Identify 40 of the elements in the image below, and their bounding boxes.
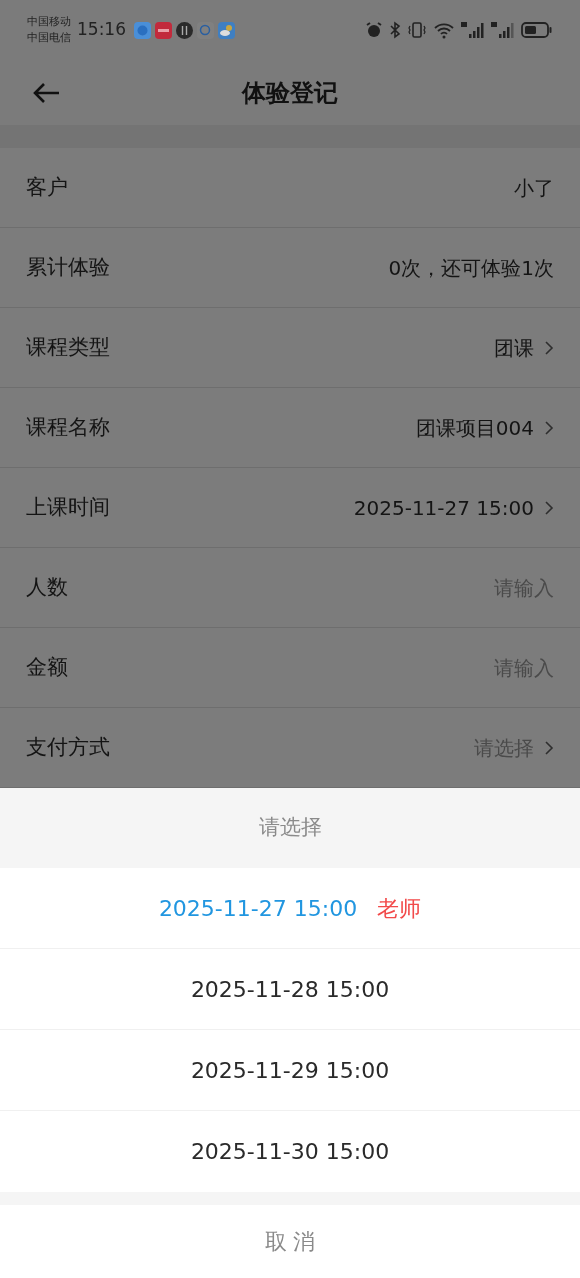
field-label: 人数 (26, 573, 68, 601)
option-item[interactable]: 2025-11-28 15:00 (0, 949, 580, 1030)
chevron-right-icon (544, 739, 554, 756)
status-time: 15:16 (77, 18, 126, 42)
app-icon (134, 21, 151, 39)
option-item[interactable]: 2025-11-27 15:00 老师 (0, 868, 580, 949)
field-value: 小了 (514, 174, 554, 202)
back-arrow-icon (32, 82, 60, 104)
field-label: 支付方式 (26, 733, 110, 761)
app-icon (176, 21, 193, 39)
sheet-title: 请选择 (258, 814, 322, 842)
select-field[interactable]: 2025-11-27 15:00 (353, 492, 554, 523)
option-item[interactable]: 2025-11-29 15:00 (0, 1030, 580, 1111)
battery-icon (521, 21, 553, 39)
carrier-name: 中国电信 (27, 30, 71, 46)
wifi-icon (433, 21, 455, 39)
vibrate-icon (407, 21, 427, 39)
carrier-name: 中国移动 (27, 14, 71, 30)
option-item[interactable]: 2025-11-30 15:00 (0, 1111, 580, 1192)
app-icon (155, 21, 172, 39)
bluetooth-icon (389, 21, 401, 39)
signal-icon (461, 21, 485, 39)
page-title: 体验登记 (242, 77, 338, 109)
signal-icon (491, 21, 515, 39)
field-label: 课程类型 (26, 333, 110, 361)
field-label: 客户 (26, 173, 68, 201)
option-tag: 老师 (377, 891, 422, 925)
select-field[interactable]: 团课项目004 (415, 412, 554, 443)
alarm-icon (365, 21, 383, 39)
chevron-right-icon (544, 499, 554, 516)
field-label: 金额 (26, 653, 68, 681)
weather-icon (218, 21, 235, 39)
chevron-right-icon (544, 419, 554, 436)
select-field[interactable]: 团课 (494, 332, 554, 363)
chevron-right-icon (544, 339, 554, 356)
field-label: 上课时间 (26, 493, 110, 521)
field-label: 课程名称 (26, 413, 110, 441)
field-label: 累计体验 (26, 253, 110, 281)
cancel-button[interactable]: 取 消 (0, 1205, 580, 1278)
field-value: 0次，还可体验1次 (388, 254, 554, 282)
